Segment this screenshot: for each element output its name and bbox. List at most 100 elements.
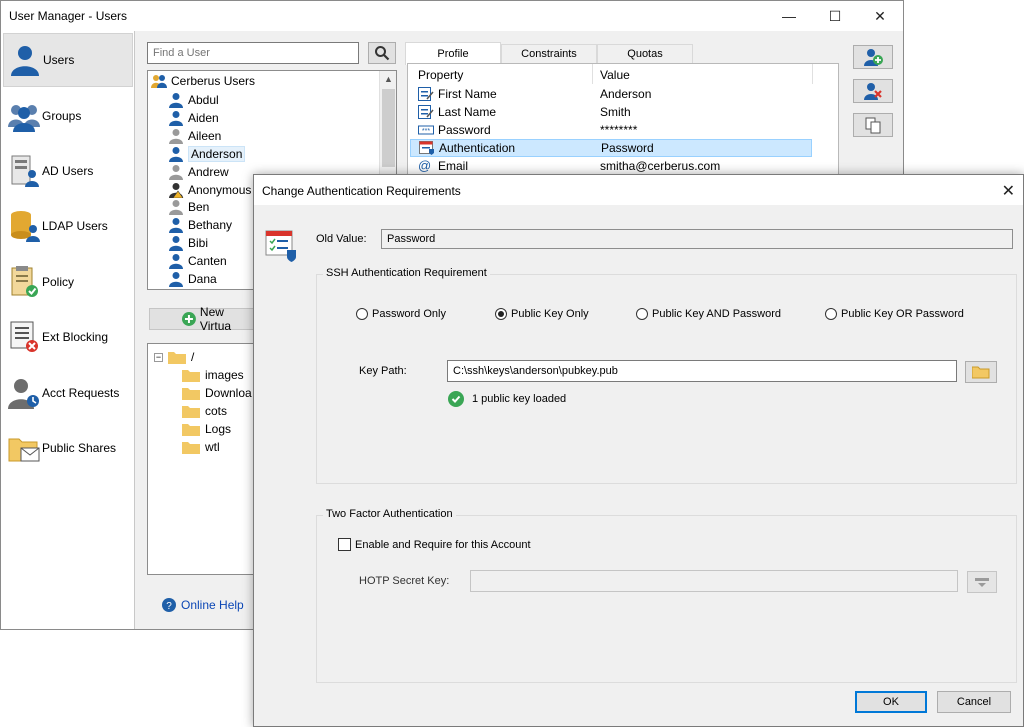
policy-icon bbox=[11, 266, 38, 297]
tree-root-cerberus-users[interactable]: Cerberus Users bbox=[151, 73, 255, 89]
delete-user-button[interactable] bbox=[853, 79, 893, 103]
search-icon bbox=[375, 46, 390, 61]
property-row[interactable]: *** Password ******** bbox=[410, 121, 812, 139]
user-tree-item[interactable]: Abdul bbox=[168, 91, 219, 109]
user-name: Anderson bbox=[188, 145, 246, 162]
sidebar-item-public-shares[interactable]: Public Shares bbox=[3, 421, 133, 475]
user-tree-item[interactable]: Canten bbox=[168, 252, 227, 270]
svg-text:***: *** bbox=[422, 128, 430, 135]
user-tree-item[interactable]: Aiden bbox=[168, 109, 219, 127]
user-tree-item[interactable]: Dana bbox=[168, 270, 217, 288]
hotp-generate-button[interactable] bbox=[967, 571, 997, 593]
radio-public-key-only[interactable]: Public Key Only bbox=[495, 308, 589, 320]
close-button[interactable]: ✕ bbox=[857, 1, 903, 31]
minimize-button[interactable]: — bbox=[766, 1, 812, 31]
user-icon bbox=[169, 93, 183, 108]
sidebar-item-acct-requests[interactable]: Acct Requests bbox=[3, 366, 133, 420]
property-row[interactable]: @ Email smitha@cerberus.com bbox=[410, 157, 812, 175]
user-tree-item[interactable]: Andrew bbox=[168, 163, 229, 181]
user-name: Aileen bbox=[188, 128, 222, 143]
copy-user-button[interactable] bbox=[853, 113, 893, 137]
folder-tree[interactable]: − / images Downloa cots Logs wtl bbox=[147, 343, 257, 575]
folder-name: wtl bbox=[205, 439, 220, 454]
new-virtual-directory-button[interactable]: New Virtua bbox=[149, 305, 259, 333]
radio-password-only[interactable]: Password Only bbox=[356, 308, 446, 320]
folder-icon bbox=[182, 441, 200, 454]
tab-strip: Profile Constraints Quotas bbox=[405, 42, 693, 65]
edit-field-icon bbox=[418, 87, 434, 101]
sidebar-item-label: Policy bbox=[42, 275, 75, 289]
folder-icon bbox=[168, 352, 186, 364]
scroll-up-icon[interactable]: ▲ bbox=[384, 74, 393, 84]
property-name: Last Name bbox=[438, 105, 497, 119]
scroll-thumb[interactable] bbox=[382, 89, 395, 167]
user-icon bbox=[169, 182, 184, 198]
folder-root[interactable]: − / bbox=[154, 348, 194, 366]
copy-icon bbox=[865, 117, 881, 134]
online-help-link[interactable]: ? Online Help bbox=[162, 598, 244, 612]
cancel-button[interactable]: Cancel bbox=[937, 691, 1011, 713]
folder-tree-item[interactable]: Downloa bbox=[182, 384, 252, 402]
user-tree-item[interactable]: Ben bbox=[168, 198, 209, 216]
folder-tree-item[interactable]: images bbox=[182, 366, 244, 384]
maximize-button[interactable]: ☐ bbox=[812, 1, 858, 31]
tab-quotas[interactable]: Quotas bbox=[597, 44, 693, 64]
property-name: Authentication bbox=[439, 141, 516, 155]
property-value: Smith bbox=[600, 105, 631, 119]
ldap-users-icon bbox=[11, 211, 40, 242]
radio-public-key-or-password[interactable]: Public Key OR Password bbox=[825, 308, 964, 320]
sidebar-item-policy[interactable]: Policy bbox=[3, 255, 133, 309]
radio-label: Public Key Only bbox=[511, 308, 589, 320]
key-path-input[interactable] bbox=[447, 360, 957, 382]
sidebar-item-ad-users[interactable]: AD Users bbox=[3, 144, 133, 198]
tab-constraints[interactable]: Constraints bbox=[501, 44, 597, 64]
sidebar-item-label: AD Users bbox=[42, 164, 94, 178]
browse-button[interactable] bbox=[965, 361, 997, 383]
user-tree-item[interactable]: Anonymous bbox=[168, 181, 251, 199]
sidebar-item-ext-blocking[interactable]: Ext Blocking bbox=[3, 310, 133, 364]
folder-icon bbox=[182, 370, 200, 382]
user-tree-item[interactable]: Anderson bbox=[168, 145, 246, 163]
search-button[interactable] bbox=[368, 42, 396, 64]
property-row[interactable]: First Name Anderson bbox=[410, 85, 812, 103]
ok-button[interactable]: OK bbox=[855, 691, 927, 713]
tree-root-label: Cerberus Users bbox=[171, 74, 256, 88]
users-group-icon bbox=[151, 75, 167, 88]
radio-indicator bbox=[495, 308, 507, 320]
hotp-secret-input[interactable] bbox=[470, 570, 958, 592]
tab-profile[interactable]: Profile bbox=[405, 42, 501, 65]
radio-label: Password Only bbox=[372, 308, 446, 320]
sidebar-item-groups[interactable]: Groups bbox=[3, 89, 133, 143]
collapse-icon[interactable]: − bbox=[154, 352, 163, 362]
group-icon bbox=[8, 105, 40, 132]
old-value-label: Old Value: bbox=[316, 233, 367, 245]
sidebar-item-label: Acct Requests bbox=[42, 386, 120, 400]
sidebar-item-users[interactable]: Users bbox=[3, 33, 133, 87]
add-user-icon bbox=[864, 49, 883, 66]
tfa-checkbox-label: Enable and Require for this Account bbox=[355, 538, 531, 551]
property-column-header[interactable]: Property bbox=[418, 68, 463, 82]
property-row[interactable]: Last Name Smith bbox=[410, 103, 812, 121]
folder-tree-item[interactable]: Logs bbox=[182, 420, 231, 438]
dialog-close-button[interactable]: ✕ bbox=[1002, 181, 1015, 201]
new-virtual-label: New Virtua bbox=[199, 305, 232, 333]
user-tree-item[interactable]: Bethany bbox=[168, 216, 232, 234]
authentication-icon bbox=[265, 230, 296, 262]
help-icon: ? bbox=[162, 598, 176, 612]
folder-tree-item[interactable]: cots bbox=[182, 402, 227, 420]
user-tree-item[interactable]: Bibi bbox=[168, 234, 208, 252]
property-name: First Name bbox=[438, 87, 497, 101]
properties-grid[interactable]: Property Value First Name Anderson Last Na… bbox=[407, 63, 839, 183]
sidebar-item-label: Ext Blocking bbox=[42, 330, 109, 344]
user-tree-item[interactable]: Aileen bbox=[168, 127, 221, 145]
radio-public-key-and-password[interactable]: Public Key AND Password bbox=[636, 308, 781, 320]
folder-tree-item[interactable]: wtl bbox=[182, 438, 220, 456]
add-user-button[interactable] bbox=[853, 45, 893, 69]
sidebar-item-ldap-users[interactable]: LDAP Users bbox=[3, 199, 133, 253]
value-column-header[interactable]: Value bbox=[600, 68, 630, 82]
sidebar: Users Groups AD Users LDAP Users Policy … bbox=[1, 31, 135, 629]
radio-indicator bbox=[825, 308, 837, 320]
tfa-enable-checkbox[interactable]: Enable and Require for this Account bbox=[338, 538, 531, 551]
search-input[interactable] bbox=[147, 42, 359, 64]
property-row[interactable]: Authentication Password bbox=[410, 139, 812, 157]
